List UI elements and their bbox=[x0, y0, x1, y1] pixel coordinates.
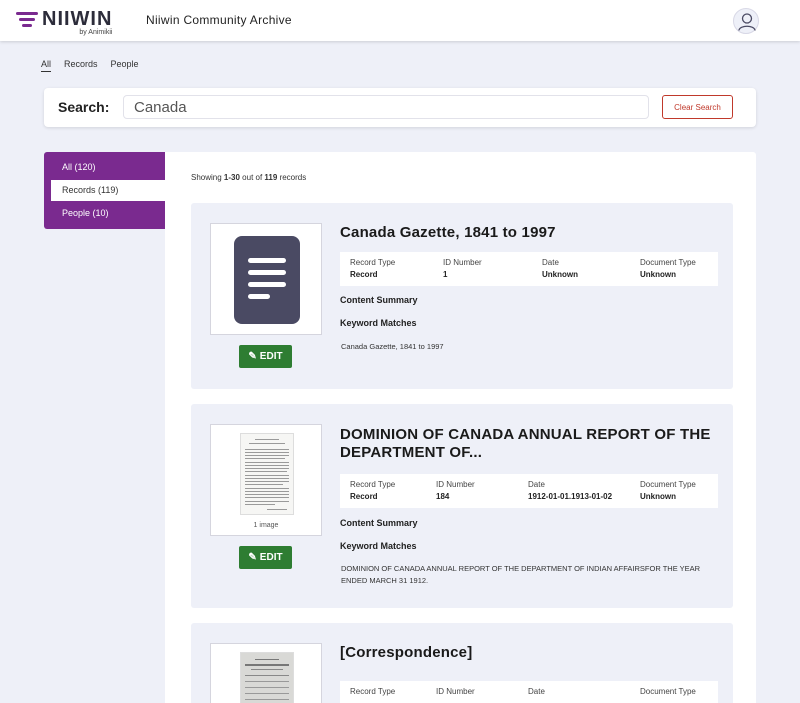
sidebar-item-records[interactable]: Records (119) bbox=[51, 180, 165, 201]
category-sidebar: All (120) Records (119) People (10) bbox=[44, 152, 165, 229]
content-summary-label: Content Summary bbox=[340, 295, 418, 305]
keyword-matches-label: Keyword Matches bbox=[340, 541, 417, 551]
user-avatar[interactable] bbox=[733, 8, 759, 34]
document-type-value: Unknown bbox=[640, 492, 676, 501]
record-metadata: Record Type Record ID Number 1 Date Unknown… bbox=[340, 252, 718, 286]
logo-subtitle: by Animikii bbox=[79, 29, 113, 36]
image-count: 1 image bbox=[253, 522, 279, 529]
content-summary-label: Content Summary bbox=[340, 518, 418, 528]
search-label: Search: bbox=[58, 99, 110, 115]
keyword-matches-label: Keyword Matches bbox=[340, 318, 417, 328]
scanned-page-image bbox=[240, 652, 294, 703]
search-bar: Search: Clear Search bbox=[44, 88, 756, 127]
sidebar-item-people[interactable]: People (10) bbox=[51, 203, 165, 224]
date-value: 1912-01-01.1913-01-02 bbox=[528, 492, 613, 501]
results-panel: Showing 1-30 out of 119 records ✎ EDIT Ca… bbox=[165, 152, 756, 703]
record-metadata: Record Type ID Number Date Document Type bbox=[340, 681, 718, 703]
app-title: Niiwin Community Archive bbox=[146, 13, 292, 27]
record-thumbnail[interactable] bbox=[210, 223, 322, 335]
filter-tabs: All Records People bbox=[41, 59, 152, 72]
edit-button[interactable]: ✎ EDIT bbox=[239, 546, 292, 569]
record-metadata: Record Type Record ID Number 184 Date 1912-… bbox=[340, 474, 718, 508]
tab-people[interactable]: People bbox=[111, 59, 139, 72]
keyword-match-text: Canada Gazette, 1841 to 1997 bbox=[341, 342, 444, 351]
keyword-match-text: DOMINION OF CANADA ANNUAL REPORT OF THE … bbox=[341, 564, 701, 585]
record-card: [Correspondence] Record Type ID Number D… bbox=[191, 623, 733, 703]
pencil-icon: ✎ bbox=[248, 552, 257, 563]
record-card: 1 image ✎ EDIT DOMINION OF CANADA ANNUAL … bbox=[191, 404, 733, 608]
app-header: NIIWIN by Animikii Niiwin Community Arch… bbox=[0, 0, 800, 41]
clear-search-button[interactable]: Clear Search bbox=[662, 95, 733, 119]
results-count: Showing 1-30 out of 119 records bbox=[191, 173, 307, 182]
sidebar-item-all[interactable]: All (120) bbox=[51, 157, 165, 178]
record-type-value: Record bbox=[350, 492, 378, 501]
niiwin-logo[interactable]: NIIWIN by Animikii bbox=[16, 9, 112, 37]
id-number-value: 184 bbox=[436, 492, 450, 501]
id-number-value: 1 bbox=[443, 270, 448, 279]
record-title[interactable]: [Correspondence] bbox=[340, 644, 720, 662]
tab-all[interactable]: All bbox=[41, 59, 52, 72]
pencil-icon: ✎ bbox=[248, 351, 257, 362]
scanned-page-image bbox=[240, 433, 294, 515]
tab-records[interactable]: Records bbox=[64, 59, 98, 72]
edit-button[interactable]: ✎ EDIT bbox=[239, 345, 292, 368]
logo-name: NIIWIN bbox=[42, 8, 113, 30]
logo-stripes-icon bbox=[16, 12, 38, 28]
record-title[interactable]: DOMINION OF CANADA ANNUAL REPORT OF THE … bbox=[340, 426, 720, 462]
document-icon bbox=[234, 236, 300, 324]
date-value: Unknown bbox=[542, 270, 578, 279]
record-card: ✎ EDIT Canada Gazette, 1841 to 1997 Recor… bbox=[191, 203, 733, 389]
record-type-value: Record bbox=[350, 270, 378, 279]
record-thumbnail[interactable] bbox=[210, 643, 322, 703]
user-icon bbox=[738, 13, 756, 31]
record-thumbnail[interactable]: 1 image bbox=[210, 424, 322, 536]
document-type-value: Unknown bbox=[640, 270, 676, 279]
record-title[interactable]: Canada Gazette, 1841 to 1997 bbox=[340, 224, 720, 242]
search-input[interactable] bbox=[123, 95, 649, 119]
